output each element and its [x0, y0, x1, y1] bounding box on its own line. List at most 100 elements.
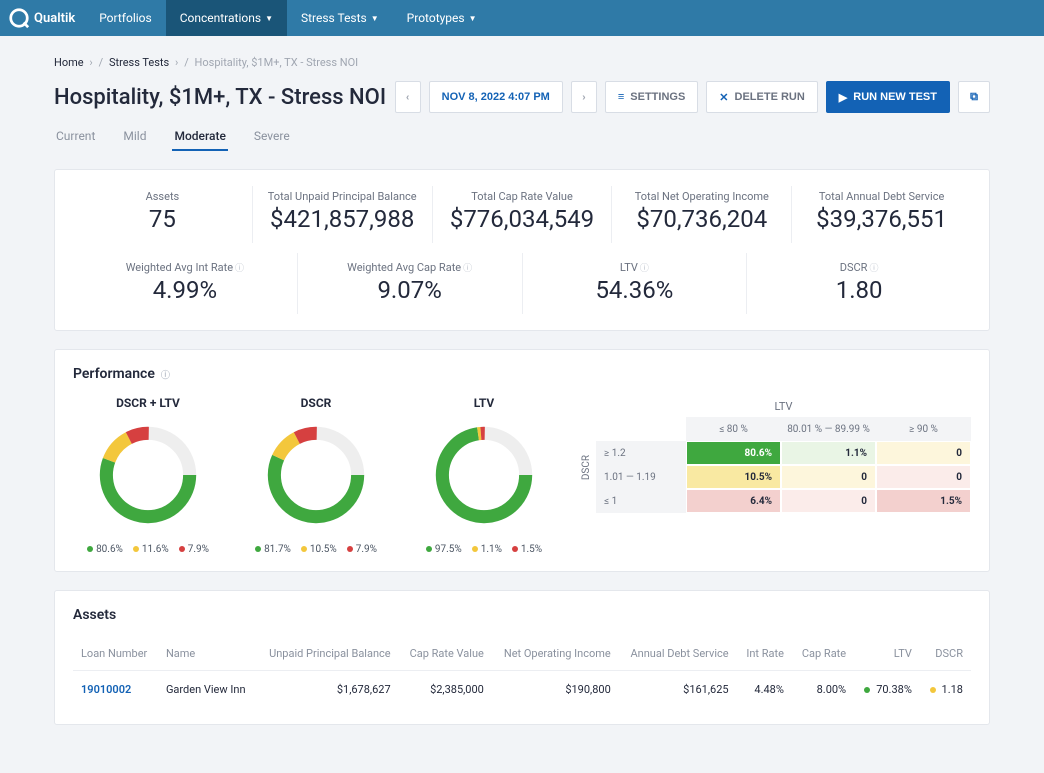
- col-noi[interactable]: Net Operating Income: [492, 637, 619, 671]
- table-row[interactable]: 19010002 Garden View Inn $1,678,627 $2,3…: [73, 671, 971, 709]
- breadcrumb: Home ›/ Stress Tests ›/ Hospitality, $1M…: [54, 56, 990, 69]
- brand-text: Qualtik: [34, 11, 75, 26]
- run-new-test-button[interactable]: ▶ RUN NEW TEST: [826, 81, 950, 113]
- col-int[interactable]: Int Rate: [737, 637, 792, 671]
- run-date-button[interactable]: NOV 8, 2022 4:07 PM: [429, 81, 563, 113]
- matrix-x-label: LTV: [596, 400, 971, 413]
- stat-upb: Total Unpaid Principal Balance $421,857,…: [253, 186, 433, 243]
- cell-int: 4.48%: [737, 671, 792, 709]
- window-icon: ⧉: [970, 91, 978, 104]
- brand-logo[interactable]: Qualtik: [8, 7, 85, 29]
- info-icon[interactable]: ⓘ: [235, 264, 244, 274]
- col-cap[interactable]: Cap Rate Value: [399, 637, 492, 671]
- matrix-cell-3-1: 6.4%: [686, 489, 781, 513]
- donut-chart-icon: [93, 420, 203, 530]
- matrix-cell-2-1: 10.5%: [686, 465, 781, 489]
- page-title: Hospitality, $1M+, TX - Stress NOI: [54, 85, 386, 110]
- prev-run-button[interactable]: ‹: [395, 81, 421, 113]
- stat-ads: Total Annual Debt Service $39,376,551: [792, 186, 971, 243]
- donut-ltv: LTV 97.5% 1.1% 1.5%: [409, 396, 559, 555]
- info-icon[interactable]: ⓘ: [463, 264, 472, 274]
- nav-stress-tests[interactable]: Stress Tests▼: [287, 0, 393, 36]
- cell-caprate: 8.00%: [792, 671, 854, 709]
- stats-panel: Assets 75 Total Unpaid Principal Balance…: [54, 169, 990, 331]
- caret-down-icon: ▼: [265, 14, 273, 23]
- caret-down-icon: ▼: [371, 14, 379, 23]
- info-icon[interactable]: ⓘ: [161, 368, 170, 381]
- matrix-cell-1-1: 80.6%: [686, 441, 781, 465]
- next-run-button[interactable]: ›: [571, 81, 597, 113]
- status-dot-icon: [864, 687, 870, 693]
- col-name[interactable]: Name: [158, 637, 257, 671]
- assets-table: Loan Number Name Unpaid Principal Balanc…: [73, 637, 971, 708]
- stat-wacr: Weighted Avg Cap Rateⓘ 9.07%: [298, 253, 523, 314]
- matrix-row-2: 1.01 — 1.19: [596, 465, 686, 489]
- cell-ltv: 70.38%: [854, 671, 920, 709]
- matrix-col-1: ≤ 80 %: [686, 417, 781, 441]
- donut-chart-icon: [261, 420, 371, 530]
- donut-chart-icon: [429, 420, 539, 530]
- cell-cap: $2,385,000: [399, 671, 492, 709]
- settings-button[interactable]: ≡ SETTINGS: [605, 81, 698, 113]
- nav-concentrations[interactable]: Concentrations▼: [166, 0, 287, 36]
- matrix-col-2: 80.01 % — 89.99 %: [781, 417, 876, 441]
- qualtik-logo-icon: [8, 7, 30, 29]
- tab-severe[interactable]: Severe: [252, 123, 292, 151]
- stat-cap-value: Total Cap Rate Value $776,034,549: [433, 186, 613, 243]
- col-ads[interactable]: Annual Debt Service: [619, 637, 737, 671]
- caret-down-icon: ▼: [469, 14, 477, 23]
- stat-dscr: DSCRⓘ 1.80: [747, 253, 971, 314]
- risk-matrix: DSCR LTV ≤ 80 % 80.01 % — 89.99 % ≥ 90 %…: [577, 396, 971, 555]
- cell-upb: $1,678,627: [257, 671, 399, 709]
- top-nav: Qualtik Portfolios Concentrations▼ Stres…: [0, 0, 1044, 36]
- cell-noi: $190,800: [492, 671, 619, 709]
- assets-title: Assets: [73, 607, 971, 623]
- tab-moderate[interactable]: Moderate: [172, 123, 227, 151]
- assets-panel: Assets Loan Number Name Unpaid Principal…: [54, 590, 990, 725]
- matrix-cell-1-2: 1.1%: [781, 441, 876, 465]
- cell-loan[interactable]: 19010002: [73, 671, 158, 709]
- info-icon[interactable]: ⓘ: [640, 264, 649, 274]
- performance-title: Performance ⓘ: [73, 366, 971, 382]
- delete-run-button[interactable]: ✕ DELETE RUN: [706, 81, 818, 113]
- donut-dscr: DSCR 81.7% 10.5% 7.9%: [241, 396, 391, 555]
- cell-dscr: 1.18: [920, 671, 971, 709]
- sliders-icon: ≡: [618, 91, 624, 103]
- crumb-stress[interactable]: Stress Tests: [109, 56, 169, 69]
- stat-assets: Assets 75: [73, 186, 253, 243]
- matrix-row-3: ≤ 1: [596, 489, 686, 513]
- nav-prototypes[interactable]: Prototypes▼: [393, 0, 491, 36]
- matrix-row-1: ≥ 1.2: [596, 441, 686, 465]
- matrix-y-label: DSCR: [577, 455, 596, 480]
- stat-noi: Total Net Operating Income $70,736,204: [612, 186, 792, 243]
- export-button[interactable]: ⧉: [958, 81, 990, 113]
- severity-tabs: Current Mild Moderate Severe: [54, 123, 990, 151]
- col-caprate[interactable]: Cap Rate: [792, 637, 854, 671]
- stat-ltv: LTVⓘ 54.36%: [523, 253, 748, 314]
- matrix-cell-3-3: 1.5%: [876, 489, 971, 513]
- status-dot-icon: [930, 687, 936, 693]
- col-dscr[interactable]: DSCR: [920, 637, 971, 671]
- cell-name: Garden View Inn: [158, 671, 257, 709]
- col-loan[interactable]: Loan Number: [73, 637, 158, 671]
- performance-panel: Performance ⓘ DSCR + LTV 80.6% 11.6% 7.9…: [54, 349, 990, 572]
- donut-dscr-ltv: DSCR + LTV 80.6% 11.6% 7.9%: [73, 396, 223, 555]
- matrix-cell-2-2: 0: [781, 465, 876, 489]
- matrix-cell-2-3: 0: [876, 465, 971, 489]
- action-bar: ‹ NOV 8, 2022 4:07 PM › ≡ SETTINGS ✕ DEL…: [395, 81, 990, 113]
- info-icon[interactable]: ⓘ: [869, 264, 878, 274]
- matrix-cell-1-3: 0: [876, 441, 971, 465]
- close-icon: ✕: [719, 91, 728, 104]
- col-ltv[interactable]: LTV: [854, 637, 920, 671]
- cell-ads: $161,625: [619, 671, 737, 709]
- matrix-cell-3-2: 0: [781, 489, 876, 513]
- crumb-home[interactable]: Home: [54, 56, 84, 69]
- tab-current[interactable]: Current: [54, 123, 97, 151]
- nav-portfolios[interactable]: Portfolios: [85, 0, 166, 36]
- crumb-current: Hospitality, $1M+, TX - Stress NOI: [195, 56, 359, 69]
- tab-mild[interactable]: Mild: [121, 123, 148, 151]
- col-upb[interactable]: Unpaid Principal Balance: [257, 637, 399, 671]
- matrix-col-3: ≥ 90 %: [876, 417, 971, 441]
- stat-wair: Weighted Avg Int Rateⓘ 4.99%: [73, 253, 298, 314]
- play-icon: ▶: [839, 91, 847, 104]
